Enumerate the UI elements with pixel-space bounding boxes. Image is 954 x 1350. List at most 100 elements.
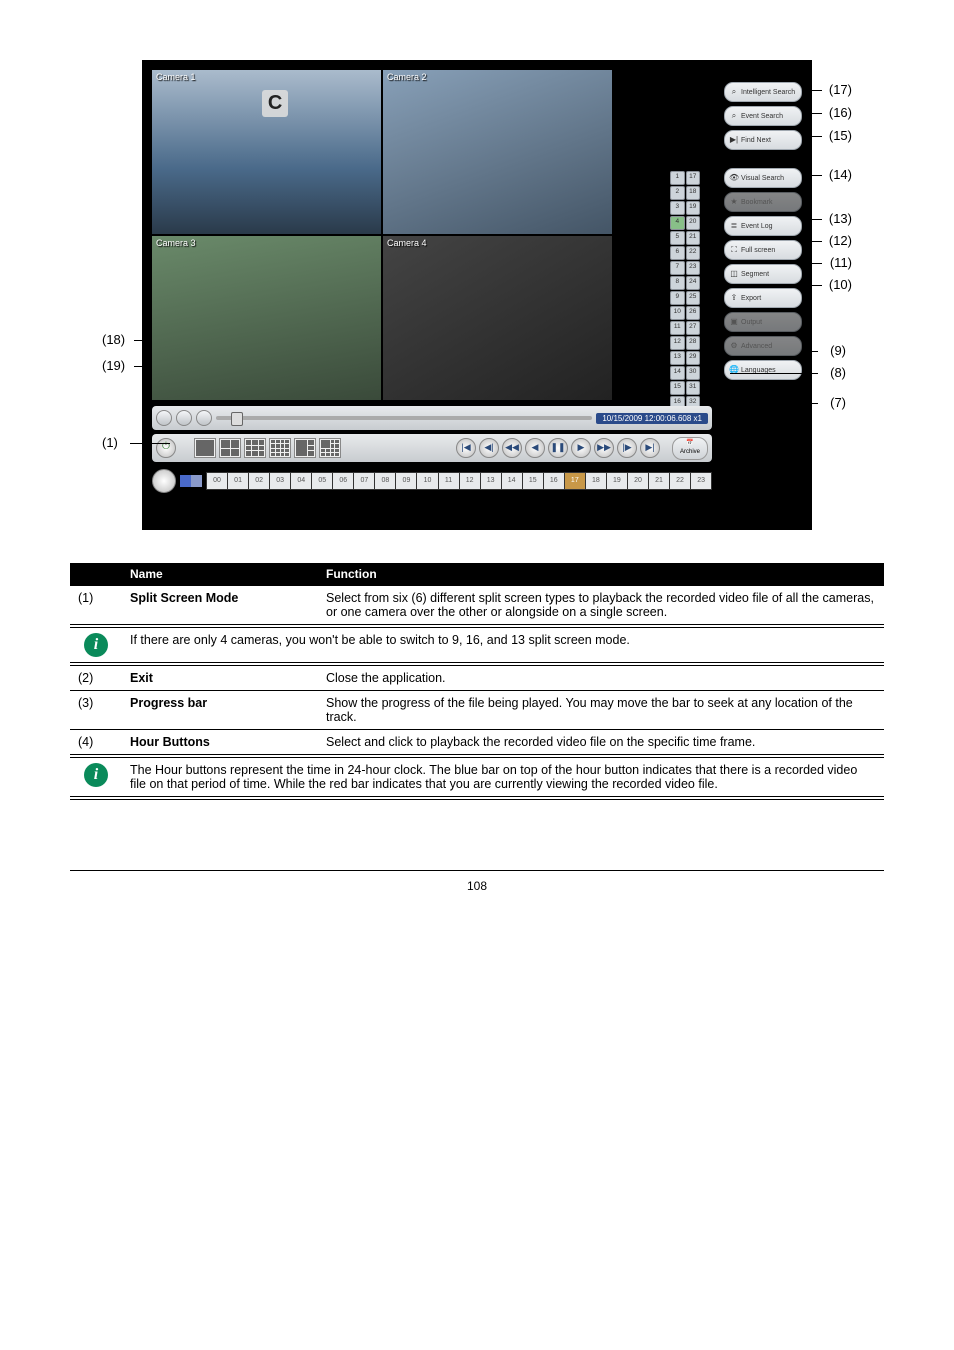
- camera-select-24[interactable]: 24: [686, 276, 701, 290]
- hour-button-22[interactable]: 22: [670, 473, 690, 489]
- camera-select-17[interactable]: 17: [686, 171, 701, 185]
- hour-button-15[interactable]: 15: [523, 473, 543, 489]
- camera-tile-2[interactable]: Camera 2: [383, 70, 612, 234]
- power-exit-button[interactable]: ⏻: [156, 438, 176, 458]
- hour-button-14[interactable]: 14: [502, 473, 522, 489]
- hour-button-06[interactable]: 06: [333, 473, 353, 489]
- callout-9: (9): [830, 343, 846, 358]
- hour-button-10[interactable]: 10: [417, 473, 437, 489]
- playback-row: ⏻ |◀ ◀| ◀◀ ◀ ❚❚ ▶ ▶▶ |▶: [152, 434, 712, 462]
- hour-button-13[interactable]: 13: [481, 473, 501, 489]
- hour-button-00[interactable]: 00: [207, 473, 227, 489]
- bookmark-button[interactable]: ★Bookmark: [724, 192, 802, 212]
- camera-select-30[interactable]: 30: [686, 366, 701, 380]
- hour-button-18[interactable]: 18: [586, 473, 606, 489]
- timeline-mode-button[interactable]: [152, 469, 176, 493]
- audio-icon[interactable]: [156, 410, 172, 426]
- hour-button-16[interactable]: 16: [544, 473, 564, 489]
- find-next-icon: ▶|: [729, 135, 739, 145]
- camera-select-21[interactable]: 21: [686, 231, 701, 245]
- hour-button-04[interactable]: 04: [291, 473, 311, 489]
- rewind-button[interactable]: ◀◀: [502, 438, 522, 458]
- camera-select-8[interactable]: 8: [670, 276, 685, 290]
- advanced-button[interactable]: ⚙Advanced: [724, 336, 802, 356]
- camera-select-31[interactable]: 31: [686, 381, 701, 395]
- camera-select-18[interactable]: 18: [686, 186, 701, 200]
- play-reverse-button[interactable]: ◀: [525, 438, 545, 458]
- camera-select-9[interactable]: 9: [670, 291, 685, 305]
- play-button[interactable]: ▶: [571, 438, 591, 458]
- progress-slider[interactable]: [216, 416, 592, 420]
- camera-select-3[interactable]: 3: [670, 201, 685, 215]
- row-function: Select and click to playback the recorde…: [318, 730, 884, 757]
- split-9-button[interactable]: [244, 438, 266, 458]
- camera-select-28[interactable]: 28: [686, 336, 701, 350]
- camera-select-11[interactable]: 11: [670, 321, 685, 335]
- split-4-button[interactable]: [219, 438, 241, 458]
- go-start-button[interactable]: |◀: [456, 438, 476, 458]
- camera-select-27[interactable]: 27: [686, 321, 701, 335]
- progress-thumb[interactable]: [231, 412, 243, 426]
- hour-button-05[interactable]: 05: [312, 473, 332, 489]
- camera-select-2[interactable]: 2: [670, 186, 685, 200]
- camera-select-19[interactable]: 19: [686, 201, 701, 215]
- calendar-icon: 📅: [673, 439, 707, 448]
- camera-tile-4[interactable]: Camera 4: [383, 236, 612, 400]
- split-8-button[interactable]: [294, 438, 316, 458]
- camera-select-7[interactable]: 7: [670, 261, 685, 275]
- find-next-button[interactable]: ▶|Find Next: [724, 130, 802, 150]
- camera-select-6[interactable]: 6: [670, 246, 685, 260]
- camera-select-25[interactable]: 25: [686, 291, 701, 305]
- hour-button-21[interactable]: 21: [649, 473, 669, 489]
- languages-button[interactable]: 🌐Languages: [724, 360, 802, 380]
- camera-select-13[interactable]: 13: [670, 351, 685, 365]
- camera-select-15[interactable]: 15: [670, 381, 685, 395]
- fast-forward-button[interactable]: ▶▶: [594, 438, 614, 458]
- camera-select-4[interactable]: 4: [670, 216, 685, 230]
- hour-button-07[interactable]: 07: [354, 473, 374, 489]
- export-button[interactable]: ⇪Export: [724, 288, 802, 308]
- full-screen-button[interactable]: ⛶Full screen: [724, 240, 802, 260]
- camera-select-5[interactable]: 5: [670, 231, 685, 245]
- camera-select-10[interactable]: 10: [670, 306, 685, 320]
- snapshot-icon[interactable]: [176, 410, 192, 426]
- camera-select-20[interactable]: 20: [686, 216, 701, 230]
- camera-select-29[interactable]: 29: [686, 351, 701, 365]
- intelligent-search-button[interactable]: ⌕Intelligent Search: [724, 82, 802, 102]
- visual-search-button[interactable]: 👁Visual Search: [724, 168, 802, 188]
- camera-select-12[interactable]: 12: [670, 336, 685, 350]
- camera-tile-3[interactable]: Camera 3: [152, 236, 381, 400]
- hour-button-02[interactable]: 02: [249, 473, 269, 489]
- camera-select-23[interactable]: 23: [686, 261, 701, 275]
- output-button[interactable]: ▣Output: [724, 312, 802, 332]
- archive-button[interactable]: 📅 Archive: [672, 437, 708, 460]
- split-1-button[interactable]: [194, 438, 216, 458]
- hour-button-23[interactable]: 23: [691, 473, 711, 489]
- table-row: iIf there are only 4 cameras, you won't …: [70, 626, 884, 664]
- camera-select-14[interactable]: 14: [670, 366, 685, 380]
- camera-select-26[interactable]: 26: [686, 306, 701, 320]
- split-13-button[interactable]: [319, 438, 341, 458]
- hour-button-17[interactable]: 17: [565, 473, 585, 489]
- segment-button[interactable]: ◫Segment: [724, 264, 802, 284]
- hour-button-20[interactable]: 20: [628, 473, 648, 489]
- hour-button-19[interactable]: 19: [607, 473, 627, 489]
- step-forward-button[interactable]: |▶: [617, 438, 637, 458]
- deinterlace-icon[interactable]: [196, 410, 212, 426]
- hour-button-11[interactable]: 11: [439, 473, 459, 489]
- camera-tile-1[interactable]: Camera 1: [152, 70, 381, 234]
- camera-select-22[interactable]: 22: [686, 246, 701, 260]
- table-row: (1)Split Screen ModeSelect from six (6) …: [70, 586, 884, 627]
- go-end-button[interactable]: ▶|: [640, 438, 660, 458]
- step-back-button[interactable]: ◀|: [479, 438, 499, 458]
- split-16-button[interactable]: [269, 438, 291, 458]
- hour-button-03[interactable]: 03: [270, 473, 290, 489]
- hour-button-01[interactable]: 01: [228, 473, 248, 489]
- event-log-button[interactable]: ≣Event Log: [724, 216, 802, 236]
- camera-select-1[interactable]: 1: [670, 171, 685, 185]
- hour-button-08[interactable]: 08: [375, 473, 395, 489]
- event-search-button[interactable]: ⌕Event Search: [724, 106, 802, 126]
- pause-button[interactable]: ❚❚: [548, 438, 568, 458]
- hour-button-12[interactable]: 12: [460, 473, 480, 489]
- hour-button-09[interactable]: 09: [396, 473, 416, 489]
